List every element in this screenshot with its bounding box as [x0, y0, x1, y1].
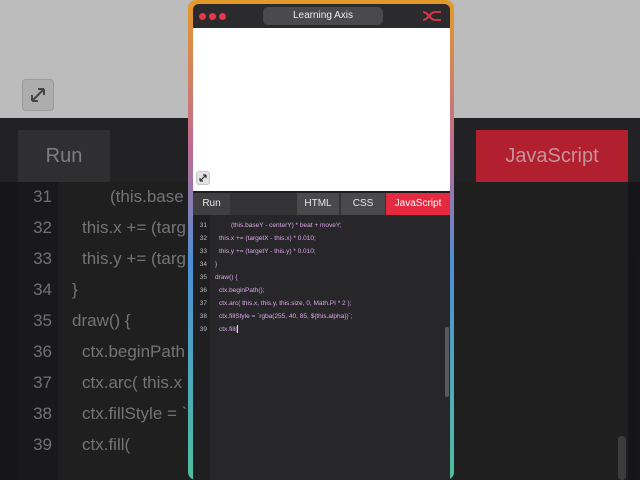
learning-axis-logo-icon [422, 11, 441, 21]
line-number: 37 [199, 300, 207, 307]
tab-html[interactable]: HTML [297, 193, 339, 215]
line-number: 36 [199, 287, 207, 294]
line-number: 33 [199, 248, 207, 255]
line-number: 31 [199, 222, 207, 229]
code-text: } [215, 261, 218, 268]
run-button[interactable]: Run [193, 193, 230, 215]
code-text: ctx.fill( [219, 323, 239, 336]
code-text: this.x += (targetX - this.x) * 0.010; [219, 235, 316, 242]
tab-javascript[interactable]: JavaScript [386, 193, 450, 215]
code-line: 34 } [193, 258, 443, 271]
tab-css[interactable]: CSS [341, 193, 385, 215]
code-line: 39 ctx.fill( [193, 323, 443, 336]
code-line: 35 draw() { [193, 271, 443, 284]
expand-icon[interactable] [196, 171, 210, 185]
code-text: ctx.beginPath(); [219, 287, 265, 294]
text-cursor [237, 325, 239, 334]
code-text: this.y += (targetY - this.y) * 0.010; [219, 248, 316, 255]
maximize-dot-icon[interactable] [219, 13, 226, 20]
line-number: 35 [199, 274, 207, 281]
window-title: Learning Axis [263, 7, 383, 25]
title-bar: Learning Axis [193, 4, 450, 28]
code-line: 37 ctx.arc( this.x, this.y, this.size, 0… [193, 297, 443, 310]
code-line: 36 ctx.beginPath(); [193, 284, 443, 297]
line-number: 38 [199, 313, 207, 320]
code-line: 33 this.y += (targetY - this.y) * 0.010; [193, 245, 443, 258]
code-line: 32 this.x += (targetX - this.x) * 0.010; [193, 232, 443, 245]
code-line: 38 ctx.fillStyle = `rgba(255, 40, 85, ${… [193, 310, 443, 323]
close-dot-icon[interactable] [199, 13, 206, 20]
code-editor-window: Learning Axis Run HTML CSS JavaScript 31… [193, 4, 450, 480]
output-preview[interactable] [193, 28, 450, 191]
code-text: (this.baseY - centerY) * beat + moveY; [231, 222, 342, 229]
line-number: 32 [199, 235, 207, 242]
editor-scrollbar[interactable] [445, 327, 449, 397]
code-text-content: ctx.fill( [219, 326, 238, 333]
line-number: 34 [199, 261, 207, 268]
code-text: draw() { [215, 274, 238, 281]
code-text: ctx.arc( this.x, this.y, this.size, 0, M… [219, 300, 352, 307]
editor-tab-bar: Run HTML CSS JavaScript [193, 193, 450, 215]
line-number: 39 [199, 326, 207, 333]
code-editor[interactable]: 31 (this.baseY - centerY) * beat + moveY… [193, 215, 450, 480]
code-line: 31 (this.baseY - centerY) * beat + moveY… [193, 219, 443, 232]
minimize-dot-icon[interactable] [209, 13, 216, 20]
code-text: ctx.fillStyle = `rgba(255, 40, 85, ${thi… [219, 313, 353, 320]
